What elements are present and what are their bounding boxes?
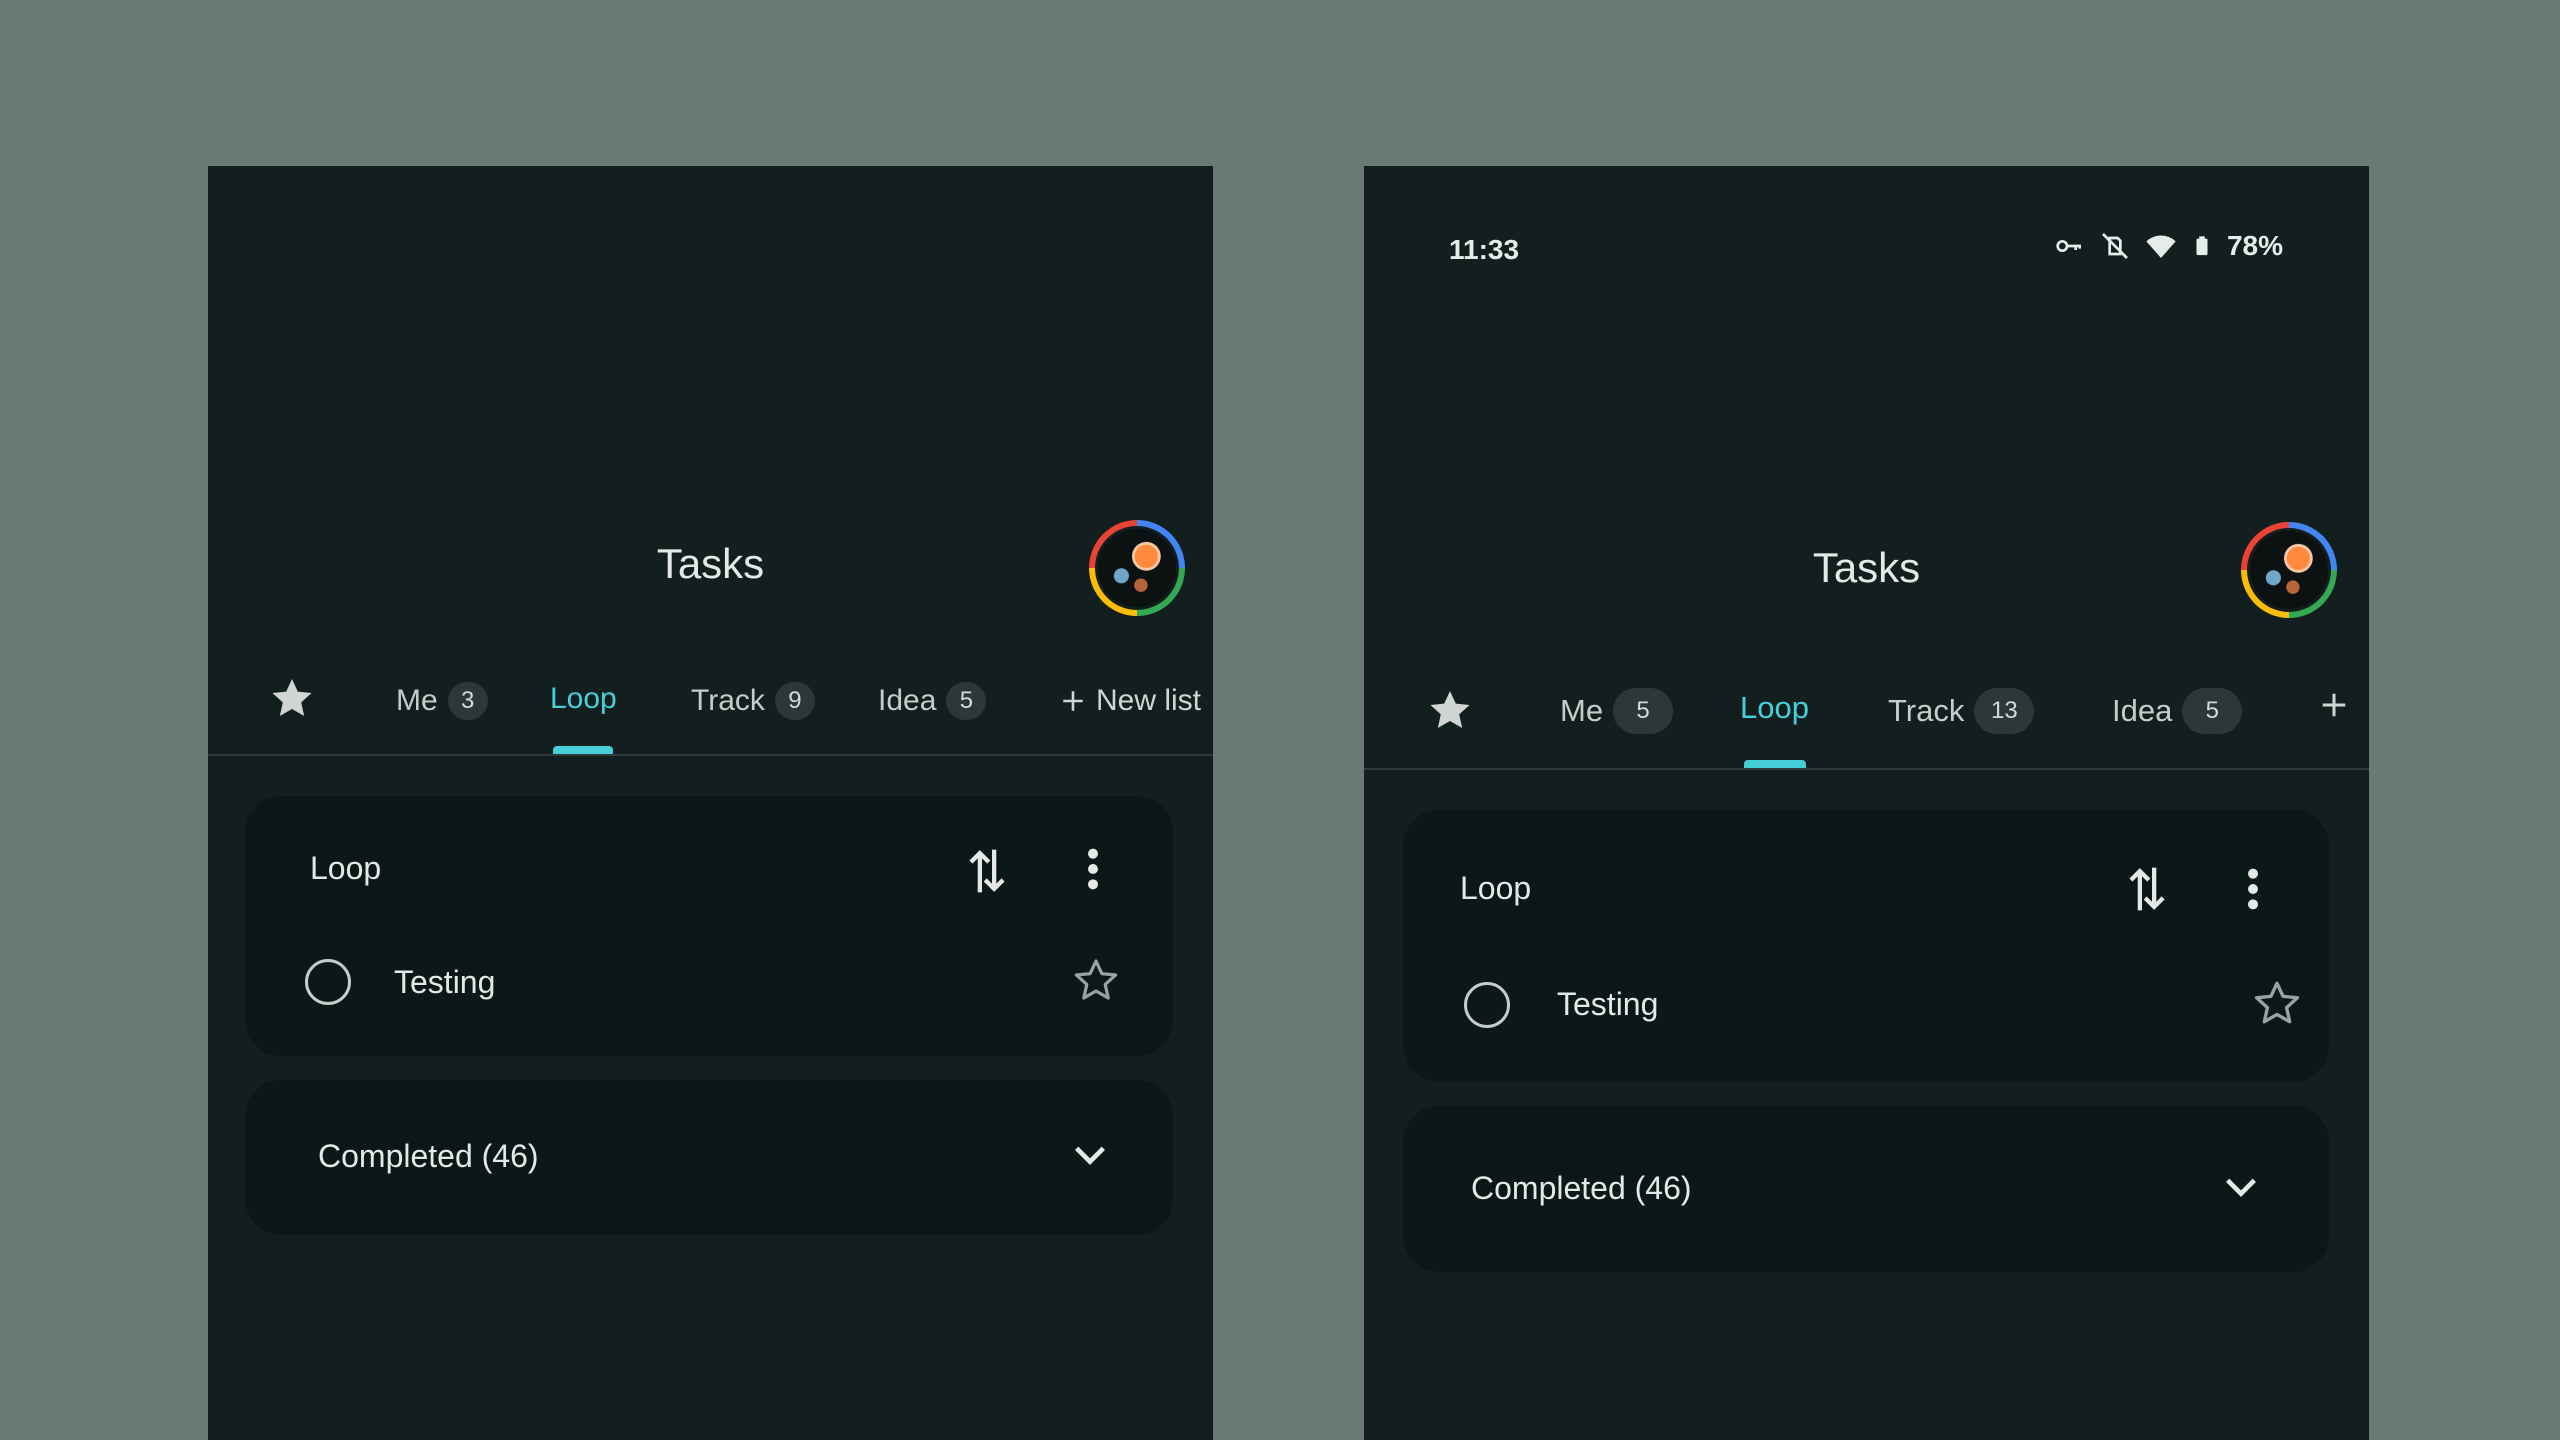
star-task-button[interactable] — [2252, 978, 2302, 1028]
tab-label: Track — [1888, 693, 1965, 728]
status-bar: 11:33 78% — [1364, 226, 2369, 276]
task-complete-checkbox[interactable] — [305, 959, 351, 1005]
tab-track[interactable]: Track 9 — [691, 682, 815, 720]
app-title: Tasks — [1812, 544, 1921, 591]
completed-label: Completed (46) — [318, 1138, 539, 1174]
tab-count-badge: 5 — [2182, 688, 2243, 734]
chevron-down-icon — [1075, 1146, 1105, 1165]
tab-me[interactable]: Me 3 — [396, 682, 488, 720]
status-icons: 78% — [2053, 230, 2283, 262]
plus-icon — [1063, 691, 1083, 711]
active-tab-indicator — [553, 746, 613, 754]
tab-track[interactable]: Track 13 — [1888, 688, 2035, 734]
battery-icon — [2196, 236, 2208, 256]
completed-label: Completed (46) — [1471, 1170, 1692, 1206]
plus-icon — [2322, 693, 2346, 717]
list-tabs: Me 3 Loop Track 9 Idea 5 New list — [208, 644, 1213, 756]
tab-me[interactable]: Me 5 — [1560, 688, 1674, 734]
list-title: Loop — [310, 850, 382, 886]
more-options-button[interactable] — [1085, 846, 1101, 892]
account-avatar[interactable] — [2241, 522, 2337, 618]
tab-count-badge: 13 — [1974, 688, 2035, 734]
tab-idea[interactable]: Idea 5 — [878, 682, 987, 720]
vibrate-off-icon — [2102, 233, 2128, 259]
tab-count-badge: 5 — [946, 682, 987, 720]
tab-loop[interactable]: Loop — [550, 682, 617, 716]
task-title[interactable]: Testing — [394, 964, 495, 1001]
new-list-label: New list — [1096, 684, 1202, 717]
tab-label: Track — [691, 684, 765, 717]
tab-label: Loop — [550, 682, 617, 715]
tab-count-badge: 5 — [1613, 688, 1674, 734]
tab-count-badge: 9 — [774, 682, 815, 720]
app-title: Tasks — [656, 540, 765, 587]
wifi-icon — [2146, 235, 2176, 258]
star-outline-icon — [2254, 981, 2300, 1024]
sort-arrows-icon — [2129, 867, 2165, 911]
expand-completed-button[interactable] — [2221, 1172, 2261, 1202]
active-tab-indicator — [1744, 760, 1806, 768]
star-filled-icon — [1430, 691, 1470, 728]
task-complete-checkbox[interactable] — [1464, 982, 1510, 1028]
new-list-button[interactable]: New list — [1060, 684, 1201, 718]
star-task-button[interactable] — [1072, 956, 1120, 1004]
sort-button[interactable] — [2125, 864, 2169, 914]
more-vert-icon — [1088, 848, 1098, 890]
tab-starred[interactable] — [268, 674, 316, 722]
tab-idea[interactable]: Idea 5 — [2112, 688, 2243, 734]
list-title: Loop — [1460, 870, 1532, 906]
star-outline-icon — [1074, 959, 1118, 1000]
tab-count-badge: 3 — [447, 682, 488, 720]
avatar-image — [2247, 528, 2331, 612]
completed-section[interactable]: Completed (46) — [245, 1080, 1173, 1235]
star-filled-icon — [272, 679, 312, 716]
tab-loop[interactable]: Loop — [1740, 690, 1809, 726]
phone-screen-right: 11:33 78% Tasks Me 5 Loop Track 13 Idea … — [1364, 166, 2369, 1440]
tab-label: Idea — [878, 684, 937, 717]
battery-percent: 78% — [2226, 230, 2283, 261]
task-list-card: Loop Testing — [245, 796, 1173, 1056]
task-title[interactable]: Testing — [1557, 986, 1658, 1023]
chevron-down-icon — [2226, 1178, 2256, 1197]
tab-starred[interactable] — [1426, 686, 1474, 734]
key-icon — [2056, 240, 2081, 252]
list-tabs: Me 5 Loop Track 13 Idea 5 — [1364, 654, 2369, 770]
sort-button[interactable] — [965, 846, 1009, 896]
tab-label: Me — [396, 684, 438, 717]
sort-arrows-icon — [969, 849, 1005, 893]
tab-label: Me — [1560, 693, 1604, 728]
account-avatar[interactable] — [1089, 520, 1185, 616]
status-time: 11:33 — [1449, 234, 1520, 265]
more-options-button[interactable] — [2245, 866, 2261, 912]
phone-screen-left: Tasks Me 3 Loop Track 9 Idea 5 New list … — [208, 166, 1213, 1440]
tab-label: Loop — [1740, 690, 1809, 725]
avatar-image — [1095, 526, 1179, 610]
more-vert-icon — [2248, 868, 2258, 910]
tab-label: Idea — [2112, 693, 2173, 728]
new-list-button[interactable] — [2319, 690, 2349, 720]
expand-completed-button[interactable] — [1070, 1140, 1110, 1170]
completed-section[interactable]: Completed (46) — [1403, 1106, 2329, 1272]
task-list-card: Loop Testing — [1403, 810, 2329, 1082]
